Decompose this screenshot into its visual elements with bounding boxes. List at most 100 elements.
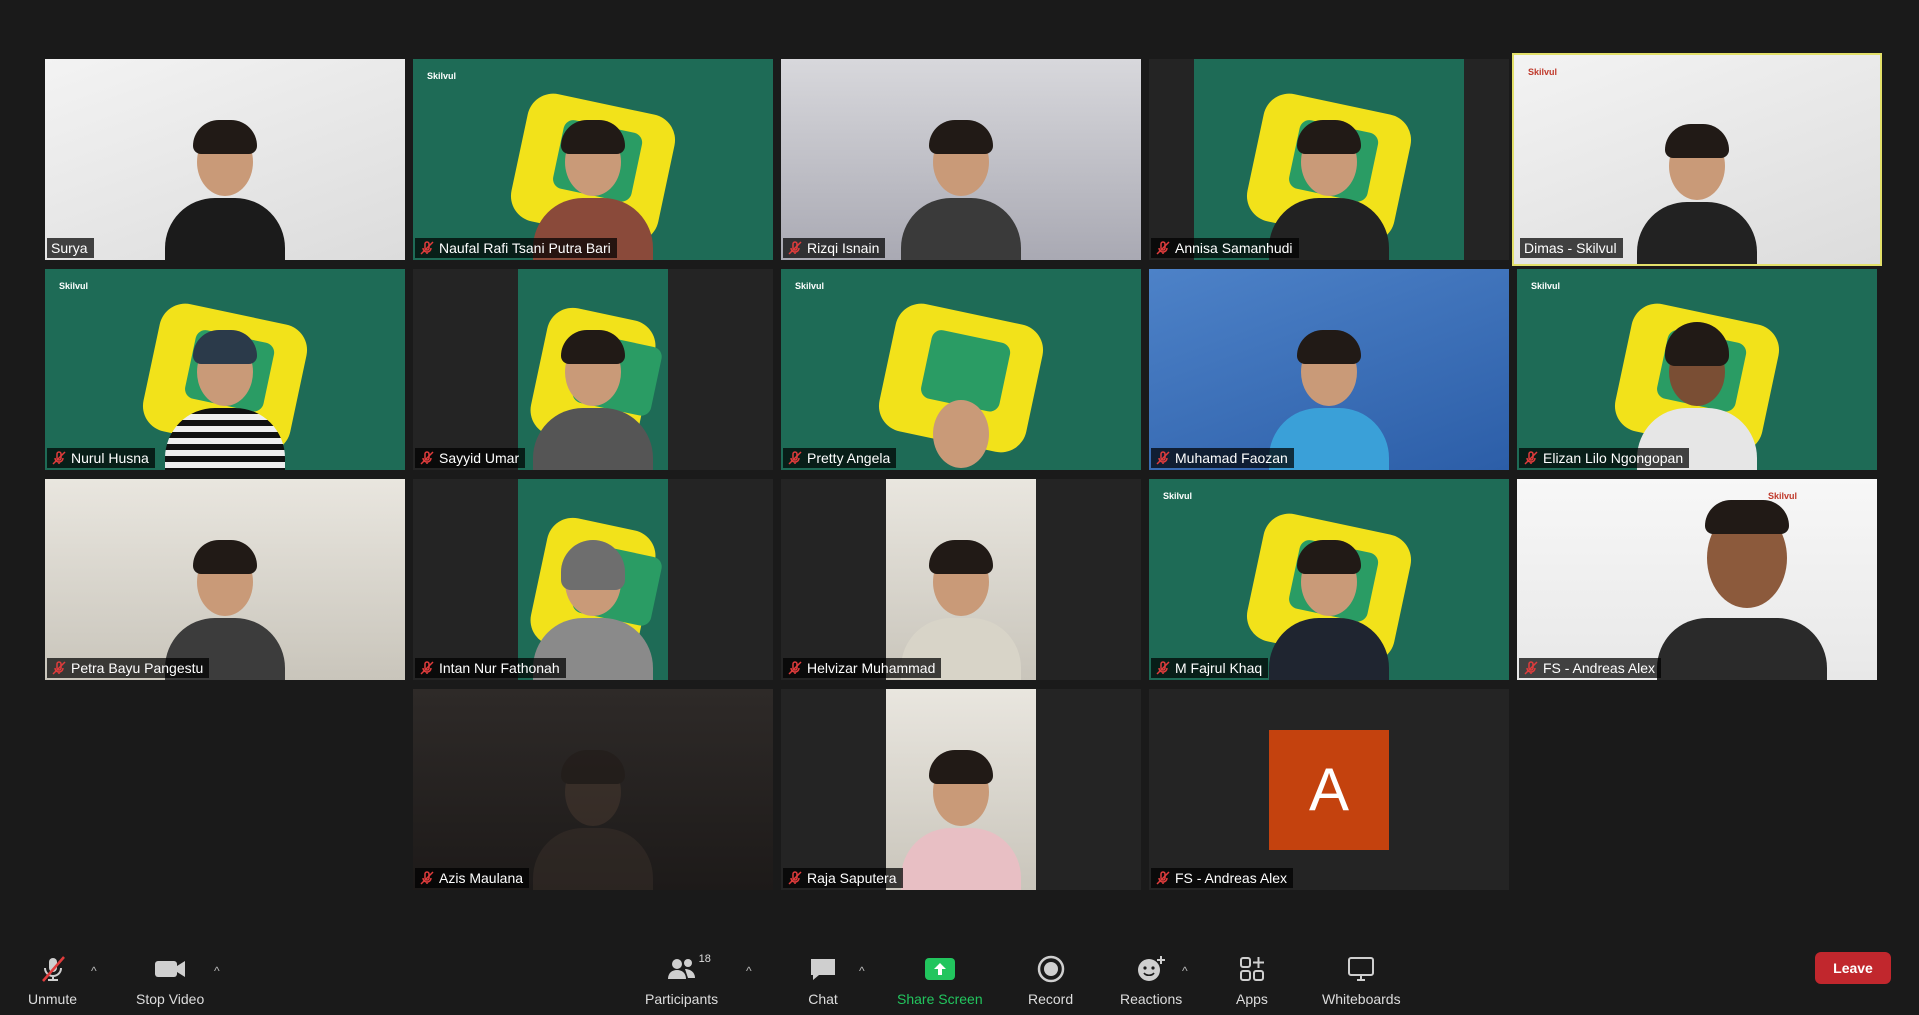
participant-name-label: Elizan Lilo Ngongopan [1519, 448, 1690, 468]
apps-button[interactable]: Apps [1236, 955, 1268, 1007]
participant-name: Dimas - Skilvul [1524, 240, 1617, 256]
video-feed: Skilvul [1514, 55, 1880, 264]
muted-mic-icon [787, 870, 803, 886]
video-tile[interactable]: Muhamad Faozan [1149, 269, 1509, 470]
video-tile[interactable]: Skilvul Pretty Angela [781, 269, 1141, 470]
video-tile[interactable]: Skilvul FS - Andreas Alex [1517, 479, 1877, 680]
participants-options-chevron-icon[interactable]: ^ [746, 964, 752, 978]
chat-bubble-icon [808, 954, 838, 987]
participant-name-label: Pretty Angela [783, 448, 897, 468]
participants-label: Participants [645, 991, 719, 1007]
video-feed [1149, 269, 1509, 470]
apps-label: Apps [1236, 991, 1268, 1007]
participant-figure [1637, 114, 1757, 264]
video-tile[interactable]: Skilvul Elizan Lilo Ngongopan [1517, 269, 1877, 470]
muted-mic-icon [1155, 450, 1171, 466]
participant-name-label: Dimas - Skilvul [1520, 238, 1623, 258]
meeting-toolbar: Unmute ^ Stop Video ^ 18 Participants ^ … [0, 945, 1919, 1015]
video-tile[interactable]: Intan Nur Fathonah [413, 479, 773, 680]
stop-video-button[interactable]: Stop Video [136, 955, 204, 1007]
whiteboards-button[interactable]: Whiteboards [1322, 955, 1401, 1007]
video-tile[interactable]: Skilvul M Fajrul Khaq [1149, 479, 1509, 680]
video-feed [886, 479, 1036, 680]
reactions-label: Reactions [1120, 991, 1183, 1007]
reactions-button[interactable]: Reactions [1120, 955, 1182, 1007]
video-tile[interactable]: Helvizar Muhammad [781, 479, 1141, 680]
video-feed [413, 689, 773, 890]
video-feed [518, 479, 668, 680]
muted-mic-icon [787, 660, 803, 676]
video-tile[interactable]: A FS - Andreas Alex [1149, 689, 1509, 890]
share-screen-button[interactable]: Share Screen [897, 955, 983, 1007]
participant-name-label: M Fajrul Khaq [1151, 658, 1269, 678]
muted-mic-icon [787, 450, 803, 466]
participant-name-label: Naufal Rafi Tsani Putra Bari [415, 238, 617, 258]
skilvul-logo: Skilvul [795, 281, 825, 291]
participant-name: Petra Bayu Pangestu [71, 660, 204, 676]
video-tile-active-speaker[interactable]: Skilvul Dimas - Skilvul [1512, 53, 1882, 266]
participant-name-label: Helvizar Muhammad [783, 658, 942, 678]
skilvul-logo: Skilvul [1163, 491, 1193, 501]
muted-mic-icon [1155, 240, 1171, 256]
muted-mic-icon [1155, 870, 1171, 886]
video-options-chevron-icon[interactable]: ^ [214, 964, 220, 978]
share-screen-icon [924, 954, 956, 987]
participant-name-label: Annisa Samanhudi [1151, 238, 1299, 258]
smiley-plus-icon [1135, 954, 1167, 987]
whiteboard-icon [1346, 954, 1376, 987]
participant-name: Muhamad Faozan [1175, 450, 1288, 466]
video-feed [1194, 59, 1464, 260]
video-feed [886, 689, 1036, 890]
video-feed: Skilvul [1517, 269, 1877, 470]
video-tile[interactable]: Rizqi Isnain [781, 59, 1141, 260]
participant-name-label: Muhamad Faozan [1151, 448, 1294, 468]
video-tile[interactable]: Sayyid Umar [413, 269, 773, 470]
leave-button[interactable]: Leave [1815, 952, 1891, 984]
participant-name: Pretty Angela [807, 450, 891, 466]
participant-name-label: Sayyid Umar [415, 448, 526, 468]
participant-name: Rizqi Isnain [807, 240, 880, 256]
participant-name-label: Azis Maulana [415, 868, 530, 888]
participants-button[interactable]: 18 Participants [645, 953, 719, 1007]
skilvul-logo: Skilvul [1531, 281, 1561, 291]
video-tile[interactable]: Raja Saputera [781, 689, 1141, 890]
participant-name-label: Intan Nur Fathonah [415, 658, 566, 678]
audio-options-chevron-icon[interactable]: ^ [91, 964, 97, 978]
participant-name-label: FS - Andreas Alex [1151, 868, 1294, 888]
video-tile[interactable]: Skilvul Nurul Husna [45, 269, 405, 470]
participant-name: Intan Nur Fathonah [439, 660, 560, 676]
participant-name: Annisa Samanhudi [1175, 240, 1293, 256]
video-tile[interactable]: Skilvul Naufal Rafi Tsani Putra Bari [413, 59, 773, 260]
stop-video-label: Stop Video [136, 991, 205, 1007]
video-feed: Skilvul [781, 269, 1141, 470]
record-icon [1036, 954, 1066, 987]
video-tile[interactable]: Petra Bayu Pangestu [45, 479, 405, 680]
participant-name: Helvizar Muhammad [807, 660, 936, 676]
participant-name-label: Raja Saputera [783, 868, 903, 888]
muted-mic-icon [419, 450, 435, 466]
participant-name: FS - Andreas Alex [1175, 870, 1288, 886]
participant-name: Nurul Husna [71, 450, 149, 466]
record-button[interactable]: Record [1028, 955, 1073, 1007]
muted-mic-icon [419, 870, 435, 886]
video-tile[interactable]: Surya [45, 59, 405, 260]
participant-name-label: Surya [47, 238, 94, 258]
chat-options-chevron-icon[interactable]: ^ [859, 964, 865, 978]
skilvul-logo: Skilvul [59, 281, 89, 291]
muted-mic-icon [787, 240, 803, 256]
video-tile[interactable]: Azis Maulana [413, 689, 773, 890]
participant-name-label: Nurul Husna [47, 448, 155, 468]
participant-name: Sayyid Umar [439, 450, 520, 466]
unmute-button[interactable]: Unmute [28, 955, 77, 1007]
participant-name: FS - Andreas Alex [1543, 660, 1656, 676]
participant-name-label: Rizqi Isnain [783, 238, 886, 258]
reactions-options-chevron-icon[interactable]: ^ [1182, 964, 1188, 978]
skilvul-logo: Skilvul [1528, 67, 1558, 77]
record-label: Record [1028, 991, 1074, 1007]
participant-figure [533, 740, 653, 890]
muted-mic-icon [1155, 660, 1171, 676]
participant-name: M Fajrul Khaq [1175, 660, 1263, 676]
video-tile[interactable]: Annisa Samanhudi [1149, 59, 1509, 260]
chat-button[interactable]: Chat [808, 955, 838, 1007]
participants-icon [665, 954, 699, 987]
